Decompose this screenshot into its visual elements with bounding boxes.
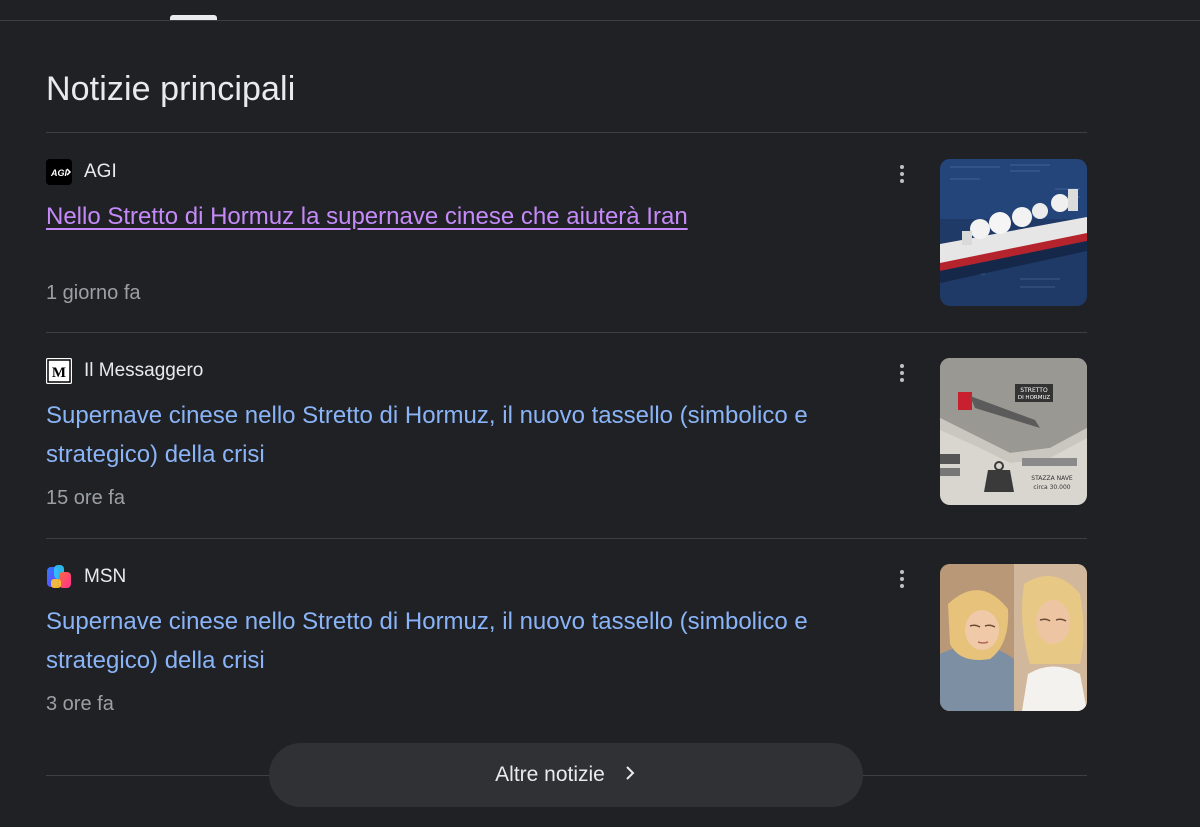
source-row: MSN [46,564,126,590]
news-page: Notizie principali AGI AGI Nello Stretto… [0,0,1200,827]
svg-text:AGI: AGI [50,168,68,178]
msn-logo-icon [46,564,72,590]
divider [46,538,1087,539]
more-news-label: Altre notizie [495,763,605,786]
news-card[interactable]: M Il Messaggero Supernave cinese nello S… [46,358,1087,509]
tab-bar-divider [0,20,1200,21]
source-name: AGI [84,161,117,182]
svg-text:STAZZA NAVE: STAZZA NAVE [1031,475,1073,482]
more-options-icon[interactable] [891,159,913,189]
agi-logo-icon: AGI [46,159,72,185]
article-thumbnail[interactable]: STRETTO DI HORMUZ STAZZA NAVE circa 30.0… [940,358,1087,505]
svg-text:DI HORMUZ: DI HORMUZ [1018,395,1051,401]
news-card[interactable]: MSN Supernave cinese nello Stretto di Ho… [46,564,1087,715]
svg-text:circa 30.000: circa 30.000 [1033,484,1070,491]
more-news-button[interactable]: Altre notizie [269,743,863,807]
more-options-icon[interactable] [891,358,913,388]
timestamp: 1 giorno fa [46,282,141,304]
svg-text:STRETTO: STRETTO [1020,387,1048,394]
active-tab-indicator [170,15,217,20]
news-card[interactable]: AGI AGI Nello Stretto di Hormuz la super… [46,159,1087,309]
more-options-icon[interactable] [891,564,913,594]
divider [46,132,1087,133]
headline-link[interactable]: Supernave cinese nello Stretto di Hormuz… [46,602,876,680]
article-thumbnail[interactable] [940,159,1087,306]
headline-link[interactable]: Nello Stretto di Hormuz la supernave cin… [46,197,876,236]
article-thumbnail[interactable] [940,564,1087,711]
svg-text:M: M [52,365,66,381]
section-title: Notizie principali [46,70,296,108]
source-name: MSN [84,566,127,587]
headline-link[interactable]: Supernave cinese nello Stretto di Hormuz… [46,396,876,474]
il-messaggero-logo-icon: M [46,358,72,384]
timestamp: 15 ore fa [46,487,125,509]
source-row: AGI AGI [46,159,117,185]
source-name: Il Messaggero [84,360,204,381]
source-row: M Il Messaggero [46,358,203,384]
divider [46,332,1087,333]
timestamp: 3 ore fa [46,693,114,715]
chevron-right-icon [623,765,637,786]
